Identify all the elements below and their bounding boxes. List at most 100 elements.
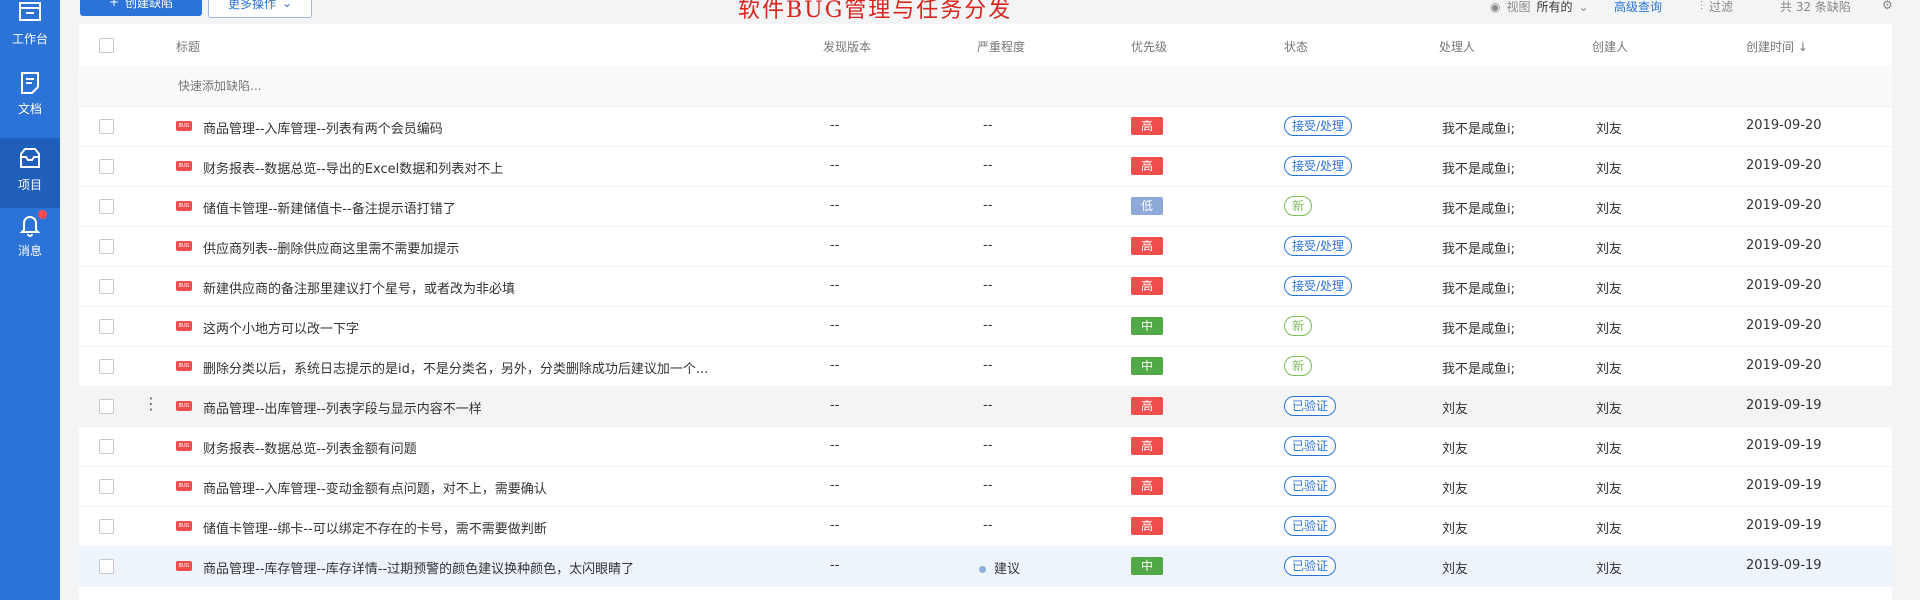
handler: 我不是咸鱼i; [1442, 202, 1515, 217]
table-row[interactable]: BUG 供应商列表--删除供应商这里需不需要加提示 -- -- 高 接受/处理 我不是咸鱼i… [79, 226, 1892, 267]
severity-label: 建议 [994, 562, 1021, 577]
table-row[interactable]: BUG 储值卡管理--新建储值卡--备注提示语打错了 -- -- 低 新 我不是咸鱼i; 刘友… [79, 186, 1892, 227]
bug-title[interactable]: 商品管理--出库管理--列表字段与显示内容不一样 [203, 398, 482, 417]
priority-badge[interactable]: 高 [1131, 477, 1163, 495]
sidebar-item-messages[interactable]: 消息 [0, 210, 60, 282]
status-badge[interactable]: 已验证 [1284, 556, 1337, 576]
table-row[interactable]: BUG 商品管理--库存管理--库存详情--过期预警的颜色建议换种颜色，太闪眼睛了… [79, 546, 1892, 587]
priority-badge[interactable]: 中 [1131, 557, 1163, 575]
header-version[interactable]: 发现版本 [823, 38, 871, 55]
table-row[interactable]: BUG 储值卡管理--绑卡--可以绑定不存在的卡号，需不需要做判断 -- -- 高 已验证… [79, 506, 1892, 547]
sidebar-item-project[interactable]: 项目 [0, 138, 60, 208]
bug-title[interactable]: 财务报表--数据总览--导出的Excel数据和列表对不上 [203, 158, 503, 177]
row-checkbox[interactable] [99, 319, 114, 334]
priority-badge[interactable]: 低 [1131, 197, 1163, 215]
table-row[interactable]: BUG 财务报表--数据总览--列表金额有问题 -- -- 高 已验证 刘友 刘友 2019-0… [79, 426, 1892, 467]
status-badge[interactable]: 接受/处理 [1284, 116, 1353, 136]
found-version: -- [830, 118, 840, 133]
found-version: -- [830, 238, 840, 253]
created-date: 2019-09-20 [1746, 118, 1822, 133]
priority-badge[interactable]: 高 [1131, 437, 1163, 455]
priority-badge[interactable]: 高 [1131, 157, 1163, 175]
row-checkbox[interactable] [99, 119, 114, 134]
toolbar: + 创建缺陷 更多操作 ⌄ 软件BUG管理与任务分发 ◉ 视图 所有的 ⌄ 高级… [60, 0, 1920, 23]
status-badge[interactable]: 已验证 [1284, 396, 1337, 416]
more-actions-label: 更多操作 [227, 0, 276, 11]
status-badge[interactable]: 接受/处理 [1284, 276, 1353, 296]
more-actions-button[interactable]: 更多操作 ⌄ [208, 0, 312, 18]
row-checkbox[interactable] [99, 159, 114, 174]
bug-title[interactable]: 财务报表--数据总览--列表金额有问题 [203, 438, 417, 457]
quick-add-input[interactable] [176, 78, 680, 94]
bug-title[interactable]: 储值卡管理--绑卡--可以绑定不存在的卡号，需不需要做判断 [203, 518, 547, 537]
creator: 刘友 [1596, 122, 1623, 137]
view-label: 视图 [1506, 0, 1531, 14]
creator: 刘友 [1596, 162, 1623, 177]
header-creator[interactable]: 创建人 [1592, 38, 1628, 55]
status-badge[interactable]: 新 [1284, 316, 1313, 336]
status-badge[interactable]: 接受/处理 [1284, 156, 1353, 176]
header-created[interactable]: 创建时间 ↓ [1746, 38, 1808, 55]
priority-badge[interactable]: 高 [1131, 277, 1163, 295]
table-row[interactable]: ⋮ BUG 商品管理--出库管理--列表字段与显示内容不一样 -- -- 高 已验证 刘友 刘友… [79, 386, 1892, 427]
sidebar-item-workbench[interactable]: 工作台 [0, 0, 60, 70]
priority-badge[interactable]: 高 [1131, 237, 1163, 255]
row-checkbox[interactable] [99, 559, 114, 574]
select-all-checkbox[interactable] [99, 38, 114, 53]
header-status[interactable]: 状态 [1284, 38, 1308, 55]
create-bug-button[interactable]: + 创建缺陷 [80, 0, 202, 16]
status-badge[interactable]: 新 [1284, 196, 1313, 216]
status-badge[interactable]: 已验证 [1284, 476, 1337, 496]
bug-title[interactable]: 商品管理--入库管理--列表有两个会员编码 [203, 118, 443, 137]
priority-badge[interactable]: 中 [1131, 357, 1163, 375]
header-handler[interactable]: 处理人 [1439, 38, 1475, 55]
settings-button[interactable]: ⚙ [1882, 0, 1893, 12]
sidebar-item-docs[interactable]: 文档 [0, 70, 60, 140]
bug-title[interactable]: 这两个小地方可以改一下字 [203, 318, 359, 337]
advanced-query-label: 高级查询 [1614, 0, 1663, 14]
row-checkbox[interactable] [99, 439, 114, 454]
table-row[interactable]: BUG 删除分类以后，系统日志提示的是id，不是分类名，另外，分类删除成功后建议加… [79, 346, 1892, 387]
status-badge[interactable]: 接受/处理 [1284, 236, 1353, 256]
created-date: 2019-09-20 [1746, 318, 1822, 333]
row-checkbox[interactable] [99, 399, 114, 414]
bug-title[interactable]: 储值卡管理--新建储值卡--备注提示语打错了 [203, 198, 456, 217]
priority-badge[interactable]: 高 [1131, 117, 1163, 135]
status-badge[interactable]: 已验证 [1284, 516, 1337, 536]
row-checkbox[interactable] [99, 279, 114, 294]
bug-title[interactable]: 新建供应商的备注那里建议打个星号，或者改为非必填 [203, 278, 515, 297]
table-row[interactable]: BUG 商品管理--入库管理--列表有两个会员编码 -- -- 高 接受/处理 我不是咸鱼i… [79, 106, 1892, 147]
table-row[interactable]: BUG 商品管理--入库管理--变动金额有点问题，对不上，需要确认 -- -- 高 已验证… [79, 466, 1892, 507]
priority-badge[interactable]: 高 [1131, 517, 1163, 535]
priority-badge[interactable]: 高 [1131, 397, 1163, 415]
table-row[interactable]: BUG 财务报表--数据总览--导出的Excel数据和列表对不上 -- -- 高 接受/处… [79, 146, 1892, 187]
table-row[interactable]: BUG 这两个小地方可以改一下字 -- -- 中 新 我不是咸鱼i; 刘友 2019-09-20 [79, 306, 1892, 347]
view-selector[interactable]: ◉ 视图 所有的 ⌄ [1490, 0, 1589, 15]
table-row[interactable]: BUG 新建供应商的备注那里建议打个星号，或者改为非必填 -- -- 高 接受/处理 我不是… [79, 266, 1892, 307]
bug-title[interactable]: 商品管理--入库管理--变动金额有点问题，对不上，需要确认 [203, 478, 547, 497]
row-checkbox[interactable] [99, 479, 114, 494]
bug-title[interactable]: 供应商列表--删除供应商这里需不需要加提示 [203, 238, 459, 257]
filter-button[interactable]: ⫶ 过滤 [1700, 0, 1733, 15]
row-checkbox[interactable] [99, 519, 114, 534]
bug-title[interactable]: 删除分类以后，系统日志提示的是id，不是分类名，另外，分类删除成功后建议加一个.… [203, 358, 708, 377]
row-checkbox[interactable] [99, 239, 114, 254]
header-severity[interactable]: 严重程度 [977, 38, 1025, 55]
notification-badge [38, 210, 47, 219]
advanced-query-link[interactable]: 高级查询 [1614, 0, 1662, 15]
bug-tag: BUG [176, 521, 192, 531]
bug-title[interactable]: 商品管理--库存管理--库存详情--过期预警的颜色建议换种颜色，太闪眼睛了 [203, 558, 634, 577]
gear-icon: ⚙ [1882, 0, 1893, 12]
handler: 我不是咸鱼i; [1442, 122, 1515, 137]
status-badge[interactable]: 已验证 [1284, 436, 1337, 456]
status-badge[interactable]: 新 [1284, 356, 1313, 376]
severity: -- [983, 318, 993, 333]
bug-tag: BUG [176, 201, 192, 211]
header-priority[interactable]: 优先级 [1131, 38, 1167, 55]
row-more-icon[interactable]: ⋮ [143, 394, 159, 413]
priority-badge[interactable]: 中 [1131, 317, 1163, 335]
create-bug-label: 创建缺陷 [125, 0, 174, 10]
row-checkbox[interactable] [99, 199, 114, 214]
header-title[interactable]: 标题 [176, 38, 200, 55]
row-checkbox[interactable] [99, 359, 114, 374]
